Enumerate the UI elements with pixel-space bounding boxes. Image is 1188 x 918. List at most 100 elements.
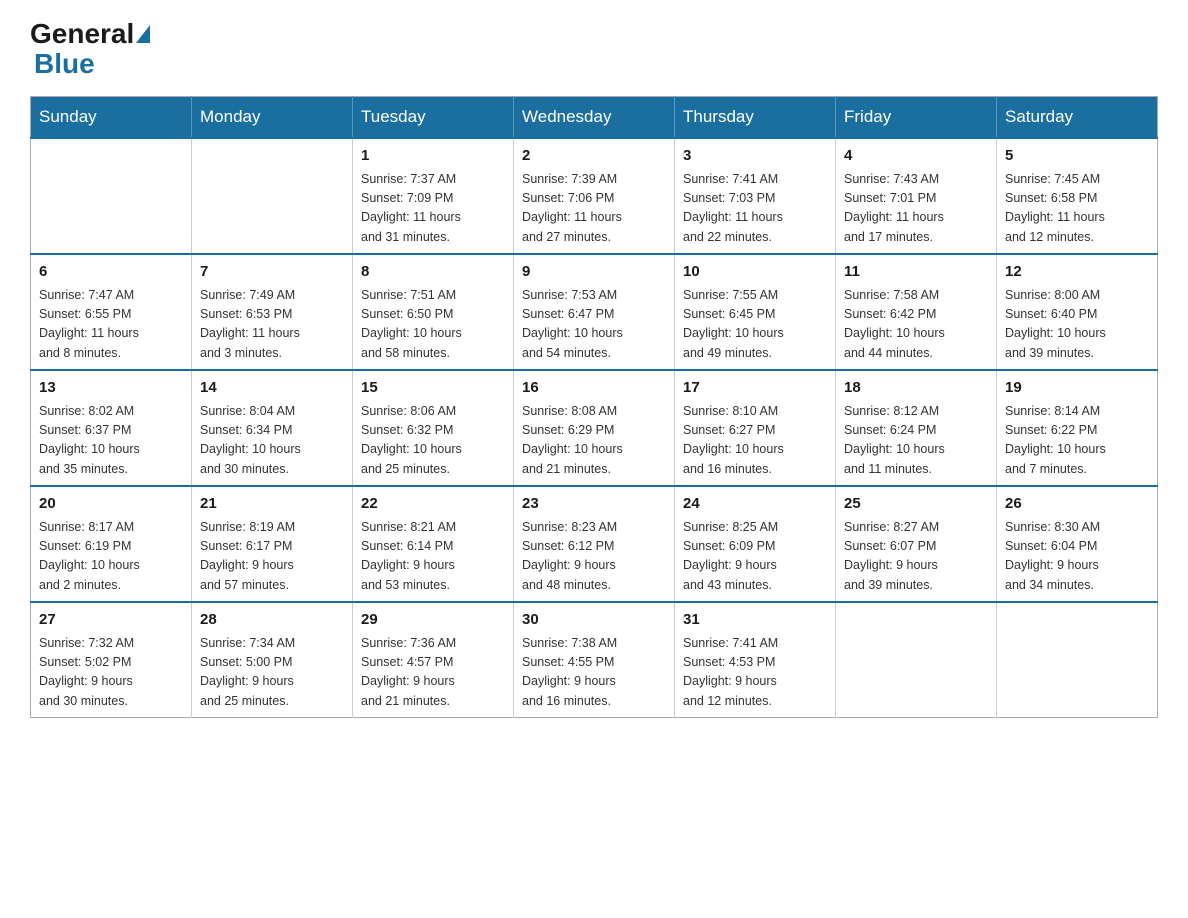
day-info: Sunrise: 7:49 AMSunset: 6:53 PMDaylight:… — [200, 286, 344, 364]
day-info: Sunrise: 8:17 AMSunset: 6:19 PMDaylight:… — [39, 518, 183, 596]
calendar-cell: 26Sunrise: 8:30 AMSunset: 6:04 PMDayligh… — [997, 486, 1158, 602]
calendar-cell: 13Sunrise: 8:02 AMSunset: 6:37 PMDayligh… — [31, 370, 192, 486]
calendar-cell: 10Sunrise: 7:55 AMSunset: 6:45 PMDayligh… — [675, 254, 836, 370]
day-number: 14 — [200, 377, 344, 400]
calendar-cell: 11Sunrise: 7:58 AMSunset: 6:42 PMDayligh… — [836, 254, 997, 370]
day-info: Sunrise: 7:41 AMSunset: 4:53 PMDaylight:… — [683, 634, 827, 712]
weekday-header-sunday: Sunday — [31, 97, 192, 139]
day-info: Sunrise: 7:53 AMSunset: 6:47 PMDaylight:… — [522, 286, 666, 364]
day-info: Sunrise: 7:38 AMSunset: 4:55 PMDaylight:… — [522, 634, 666, 712]
day-info: Sunrise: 8:10 AMSunset: 6:27 PMDaylight:… — [683, 402, 827, 480]
calendar-cell: 3Sunrise: 7:41 AMSunset: 7:03 PMDaylight… — [675, 138, 836, 254]
day-number: 26 — [1005, 493, 1149, 516]
logo-blue-text: Blue — [34, 48, 95, 79]
day-info: Sunrise: 8:04 AMSunset: 6:34 PMDaylight:… — [200, 402, 344, 480]
day-number: 6 — [39, 261, 183, 284]
day-info: Sunrise: 8:25 AMSunset: 6:09 PMDaylight:… — [683, 518, 827, 596]
day-info: Sunrise: 8:14 AMSunset: 6:22 PMDaylight:… — [1005, 402, 1149, 480]
day-number: 9 — [522, 261, 666, 284]
day-number: 13 — [39, 377, 183, 400]
weekday-header-saturday: Saturday — [997, 97, 1158, 139]
calendar-cell: 31Sunrise: 7:41 AMSunset: 4:53 PMDayligh… — [675, 602, 836, 718]
weekday-header-thursday: Thursday — [675, 97, 836, 139]
calendar-cell: 28Sunrise: 7:34 AMSunset: 5:00 PMDayligh… — [192, 602, 353, 718]
calendar-week-row: 6Sunrise: 7:47 AMSunset: 6:55 PMDaylight… — [31, 254, 1158, 370]
day-info: Sunrise: 7:55 AMSunset: 6:45 PMDaylight:… — [683, 286, 827, 364]
calendar-cell: 14Sunrise: 8:04 AMSunset: 6:34 PMDayligh… — [192, 370, 353, 486]
day-info: Sunrise: 8:30 AMSunset: 6:04 PMDaylight:… — [1005, 518, 1149, 596]
day-number: 24 — [683, 493, 827, 516]
day-info: Sunrise: 8:12 AMSunset: 6:24 PMDaylight:… — [844, 402, 988, 480]
day-number: 17 — [683, 377, 827, 400]
day-number: 2 — [522, 145, 666, 168]
calendar-cell: 23Sunrise: 8:23 AMSunset: 6:12 PMDayligh… — [514, 486, 675, 602]
day-number: 30 — [522, 609, 666, 632]
day-info: Sunrise: 8:02 AMSunset: 6:37 PMDaylight:… — [39, 402, 183, 480]
calendar-week-row: 13Sunrise: 8:02 AMSunset: 6:37 PMDayligh… — [31, 370, 1158, 486]
day-info: Sunrise: 7:41 AMSunset: 7:03 PMDaylight:… — [683, 170, 827, 248]
calendar-cell: 4Sunrise: 7:43 AMSunset: 7:01 PMDaylight… — [836, 138, 997, 254]
calendar-cell: 22Sunrise: 8:21 AMSunset: 6:14 PMDayligh… — [353, 486, 514, 602]
day-number: 16 — [522, 377, 666, 400]
calendar-cell: 1Sunrise: 7:37 AMSunset: 7:09 PMDaylight… — [353, 138, 514, 254]
calendar-cell: 17Sunrise: 8:10 AMSunset: 6:27 PMDayligh… — [675, 370, 836, 486]
calendar-cell: 18Sunrise: 8:12 AMSunset: 6:24 PMDayligh… — [836, 370, 997, 486]
calendar-cell: 29Sunrise: 7:36 AMSunset: 4:57 PMDayligh… — [353, 602, 514, 718]
day-number: 10 — [683, 261, 827, 284]
calendar-cell: 25Sunrise: 8:27 AMSunset: 6:07 PMDayligh… — [836, 486, 997, 602]
calendar-cell: 2Sunrise: 7:39 AMSunset: 7:06 PMDaylight… — [514, 138, 675, 254]
weekday-header-tuesday: Tuesday — [353, 97, 514, 139]
calendar-cell: 30Sunrise: 7:38 AMSunset: 4:55 PMDayligh… — [514, 602, 675, 718]
weekday-header-row: SundayMondayTuesdayWednesdayThursdayFrid… — [31, 97, 1158, 139]
day-number: 25 — [844, 493, 988, 516]
page-header: General Blue — [30, 20, 1158, 80]
day-number: 29 — [361, 609, 505, 632]
day-number: 4 — [844, 145, 988, 168]
day-number: 8 — [361, 261, 505, 284]
day-info: Sunrise: 7:47 AMSunset: 6:55 PMDaylight:… — [39, 286, 183, 364]
day-number: 3 — [683, 145, 827, 168]
day-info: Sunrise: 8:23 AMSunset: 6:12 PMDaylight:… — [522, 518, 666, 596]
calendar-cell: 15Sunrise: 8:06 AMSunset: 6:32 PMDayligh… — [353, 370, 514, 486]
day-info: Sunrise: 7:43 AMSunset: 7:01 PMDaylight:… — [844, 170, 988, 248]
day-info: Sunrise: 7:58 AMSunset: 6:42 PMDaylight:… — [844, 286, 988, 364]
calendar-table: SundayMondayTuesdayWednesdayThursdayFrid… — [30, 96, 1158, 718]
day-info: Sunrise: 7:39 AMSunset: 7:06 PMDaylight:… — [522, 170, 666, 248]
calendar-cell: 9Sunrise: 7:53 AMSunset: 6:47 PMDaylight… — [514, 254, 675, 370]
day-number: 20 — [39, 493, 183, 516]
calendar-cell: 27Sunrise: 7:32 AMSunset: 5:02 PMDayligh… — [31, 602, 192, 718]
calendar-cell — [836, 602, 997, 718]
day-number: 28 — [200, 609, 344, 632]
calendar-cell: 19Sunrise: 8:14 AMSunset: 6:22 PMDayligh… — [997, 370, 1158, 486]
day-info: Sunrise: 8:19 AMSunset: 6:17 PMDaylight:… — [200, 518, 344, 596]
calendar-week-row: 20Sunrise: 8:17 AMSunset: 6:19 PMDayligh… — [31, 486, 1158, 602]
day-number: 18 — [844, 377, 988, 400]
day-number: 27 — [39, 609, 183, 632]
weekday-header-friday: Friday — [836, 97, 997, 139]
day-number: 1 — [361, 145, 505, 168]
logo: General Blue — [30, 20, 152, 80]
calendar-cell — [31, 138, 192, 254]
calendar-week-row: 1Sunrise: 7:37 AMSunset: 7:09 PMDaylight… — [31, 138, 1158, 254]
calendar-week-row: 27Sunrise: 7:32 AMSunset: 5:02 PMDayligh… — [31, 602, 1158, 718]
weekday-header-wednesday: Wednesday — [514, 97, 675, 139]
day-info: Sunrise: 7:32 AMSunset: 5:02 PMDaylight:… — [39, 634, 183, 712]
day-info: Sunrise: 7:37 AMSunset: 7:09 PMDaylight:… — [361, 170, 505, 248]
calendar-cell: 5Sunrise: 7:45 AMSunset: 6:58 PMDaylight… — [997, 138, 1158, 254]
calendar-cell — [192, 138, 353, 254]
day-info: Sunrise: 8:21 AMSunset: 6:14 PMDaylight:… — [361, 518, 505, 596]
day-info: Sunrise: 8:08 AMSunset: 6:29 PMDaylight:… — [522, 402, 666, 480]
calendar-cell: 20Sunrise: 8:17 AMSunset: 6:19 PMDayligh… — [31, 486, 192, 602]
calendar-cell: 24Sunrise: 8:25 AMSunset: 6:09 PMDayligh… — [675, 486, 836, 602]
calendar-cell: 16Sunrise: 8:08 AMSunset: 6:29 PMDayligh… — [514, 370, 675, 486]
calendar-cell: 7Sunrise: 7:49 AMSunset: 6:53 PMDaylight… — [192, 254, 353, 370]
calendar-cell — [997, 602, 1158, 718]
day-number: 31 — [683, 609, 827, 632]
calendar-cell: 21Sunrise: 8:19 AMSunset: 6:17 PMDayligh… — [192, 486, 353, 602]
day-info: Sunrise: 7:34 AMSunset: 5:00 PMDaylight:… — [200, 634, 344, 712]
day-info: Sunrise: 8:27 AMSunset: 6:07 PMDaylight:… — [844, 518, 988, 596]
day-number: 21 — [200, 493, 344, 516]
logo-triangle-icon — [136, 25, 150, 43]
day-info: Sunrise: 8:06 AMSunset: 6:32 PMDaylight:… — [361, 402, 505, 480]
day-number: 22 — [361, 493, 505, 516]
